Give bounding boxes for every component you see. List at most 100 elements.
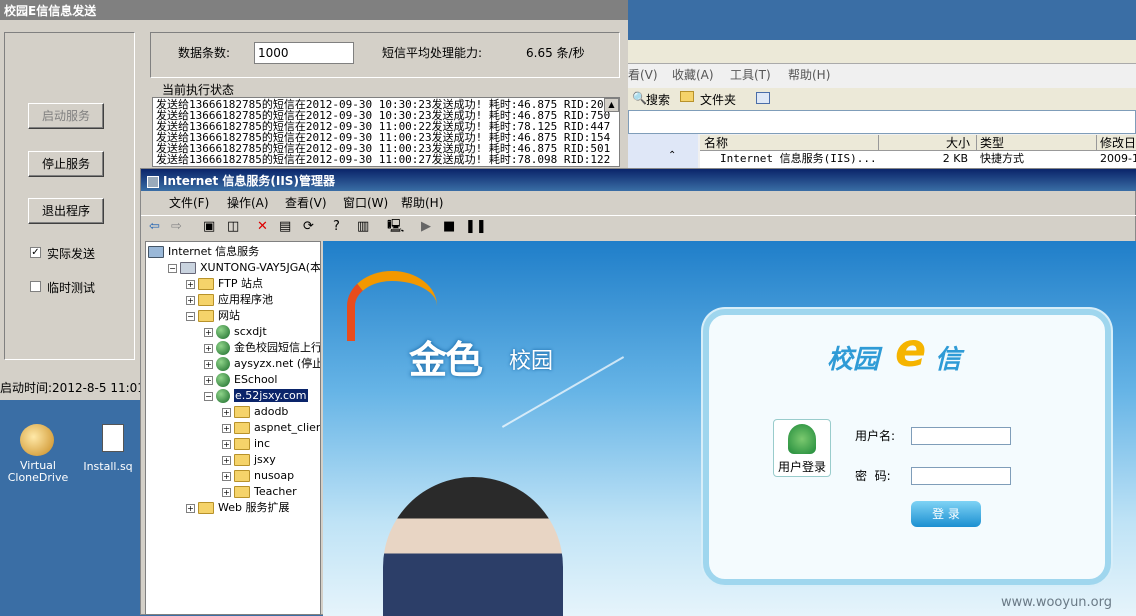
real-send-checkbox[interactable]: ✓ xyxy=(30,247,41,258)
expand-icon[interactable]: + xyxy=(222,487,231,497)
stop-service-button[interactable]: 停止服务 xyxy=(28,151,104,177)
tree-node[interactable]: + 应用程序池 xyxy=(186,292,273,308)
expand-icon[interactable]: − xyxy=(204,391,213,401)
expand-icon[interactable]: + xyxy=(186,279,195,289)
user-login-button[interactable]: 用户登录 xyxy=(773,419,831,477)
folders-button[interactable]: 文件夹 xyxy=(700,91,736,108)
menu-window[interactable]: 窗口(W) xyxy=(343,192,388,214)
iis-tree: Internet 信息服务 − XUNTONG-VAY5JGA(本地计 + FTP 站点… xyxy=(145,241,321,615)
expand-icon[interactable]: + xyxy=(222,455,231,465)
tree-node-label: Web 服务扩展 xyxy=(218,501,290,514)
help-icon[interactable]: ? xyxy=(333,216,340,238)
folder-icon xyxy=(234,470,250,482)
menu-help[interactable]: 帮助(H) xyxy=(401,192,443,214)
sms-window-title: 校园E信信息发送 xyxy=(0,0,628,20)
web-page: 金色 校园 校园 e 信 用户登录 用户名: 密 码: 登 录 www.wooy… xyxy=(323,241,1136,616)
computer-icon[interactable]: 🖳 xyxy=(387,216,404,238)
explorer-side-pane: ⌃ xyxy=(628,134,698,168)
expand-icon[interactable]: + xyxy=(204,375,213,385)
folder-icon xyxy=(234,438,250,450)
password-input[interactable] xyxy=(911,467,1011,485)
exit-program-button[interactable]: 退出程序 xyxy=(28,198,104,224)
properties-icon[interactable]: ▤ xyxy=(279,216,291,238)
tree-node[interactable]: + 金色校园短信上行 xyxy=(204,340,320,356)
tree-node[interactable]: + Web 服务扩展 xyxy=(186,500,289,516)
tree-node-label: 网站 xyxy=(218,309,240,322)
tree-node[interactable]: − XUNTONG-VAY5JGA(本地计 xyxy=(168,260,320,276)
menu-view[interactable]: 看(V) xyxy=(628,66,658,83)
username-label: 用户名: xyxy=(855,429,896,443)
website-globe-icon xyxy=(216,325,230,339)
expand-icon[interactable]: + xyxy=(222,407,231,417)
tree-node-label: 应用程序池 xyxy=(218,293,273,306)
header-size[interactable]: 大小 xyxy=(878,135,974,151)
menu-action[interactable]: 操作(A) xyxy=(227,192,269,214)
tree-node[interactable]: + nusoap xyxy=(222,468,294,484)
test-checkbox[interactable] xyxy=(30,281,41,292)
pause-icon[interactable]: ❚❚ xyxy=(465,216,487,238)
menu-favorites[interactable]: 收藏(A) xyxy=(672,66,714,83)
menu-view[interactable]: 查看(V) xyxy=(285,192,327,214)
menu-file[interactable]: 文件(F) xyxy=(169,192,209,214)
control-panel xyxy=(4,32,135,360)
username-input[interactable] xyxy=(911,427,1011,445)
refresh-icon[interactable]: ⟳ xyxy=(303,216,314,238)
back-icon[interactable]: ⇦ xyxy=(149,216,160,238)
collapse-icon[interactable]: ⌃ xyxy=(668,150,676,161)
tree-node[interactable]: + aspnet_client xyxy=(222,420,320,436)
up-folder-icon[interactable]: ▣ xyxy=(203,216,215,238)
tree-node[interactable]: + ESchool xyxy=(204,372,277,388)
tree-node[interactable]: + scxdjt xyxy=(204,324,267,340)
header-date[interactable]: 修改日 xyxy=(1096,135,1136,151)
website-globe-icon xyxy=(216,341,230,355)
tree-node-label: Internet 信息服务 xyxy=(168,245,260,258)
folder-icon xyxy=(198,294,214,306)
tree-node[interactable]: − e.52jsxy.com xyxy=(204,388,308,404)
header-name[interactable]: 名称 xyxy=(704,135,728,151)
virtual-clonedrive-icon[interactable] xyxy=(20,424,54,456)
file-row[interactable]: Internet 信息服务(IIS)... 2 KB 快捷方式 2009-1 xyxy=(700,151,1136,168)
address-bar[interactable] xyxy=(628,110,1136,134)
show-tree-icon[interactable]: ◫ xyxy=(227,216,239,238)
tree-node[interactable]: + inc xyxy=(222,436,270,452)
file-date: 2009-1 xyxy=(1100,152,1136,165)
stop-icon[interactable]: ■ xyxy=(443,216,455,238)
tree-node[interactable]: + adodb xyxy=(222,404,288,420)
search-button[interactable]: 搜索 xyxy=(646,91,670,108)
server-icon xyxy=(180,262,196,274)
explorer-menu: 看(V) 收藏(A) 工具(T) 帮助(H) xyxy=(628,66,1136,88)
folder-icon xyxy=(198,310,214,322)
menu-help[interactable]: 帮助(H) xyxy=(788,66,830,83)
install-sql-file-icon[interactable] xyxy=(102,424,124,452)
tree-node[interactable]: − 网站 xyxy=(186,308,240,324)
expand-icon[interactable]: + xyxy=(204,359,213,369)
tree-node[interactable]: + FTP 站点 xyxy=(186,276,263,292)
header-type[interactable]: 类型 xyxy=(976,135,1096,151)
start-service-button[interactable]: 启动服务 xyxy=(28,103,104,129)
expand-icon[interactable]: − xyxy=(168,263,177,273)
tree-node-label: e.52jsxy.com xyxy=(234,389,308,402)
expand-icon[interactable]: + xyxy=(222,471,231,481)
login-button[interactable]: 登 录 xyxy=(911,501,981,527)
expand-icon[interactable]: + xyxy=(222,423,231,433)
console-icon[interactable]: ▥ xyxy=(357,216,369,238)
expand-icon[interactable]: + xyxy=(186,503,195,513)
tree-node-label: Teacher xyxy=(254,485,297,498)
expand-icon[interactable]: + xyxy=(204,343,213,353)
tree-node[interactable]: + jsxy xyxy=(222,452,276,468)
tree-node[interactable]: + aysyzx.net (停止 xyxy=(204,356,320,372)
expand-icon[interactable]: + xyxy=(222,439,231,449)
views-icon[interactable] xyxy=(756,92,770,104)
expand-icon[interactable]: + xyxy=(204,327,213,337)
expand-icon[interactable]: − xyxy=(186,311,195,321)
start-icon[interactable]: ▶ xyxy=(421,216,431,238)
log-list[interactable]: 发送给13666182785的短信在2012-09-30 10:30:23发送成… xyxy=(152,97,620,167)
count-input[interactable]: 1000 xyxy=(254,42,354,64)
tree-node[interactable]: + Teacher xyxy=(222,484,297,500)
tree-node[interactable]: Internet 信息服务 xyxy=(148,244,259,260)
forward-icon[interactable]: ⇨ xyxy=(171,216,182,238)
expand-icon[interactable]: + xyxy=(186,295,195,305)
scroll-up-icon[interactable]: ▲ xyxy=(604,98,619,112)
menu-tools[interactable]: 工具(T) xyxy=(730,66,771,83)
delete-icon[interactable]: ✕ xyxy=(257,216,268,238)
